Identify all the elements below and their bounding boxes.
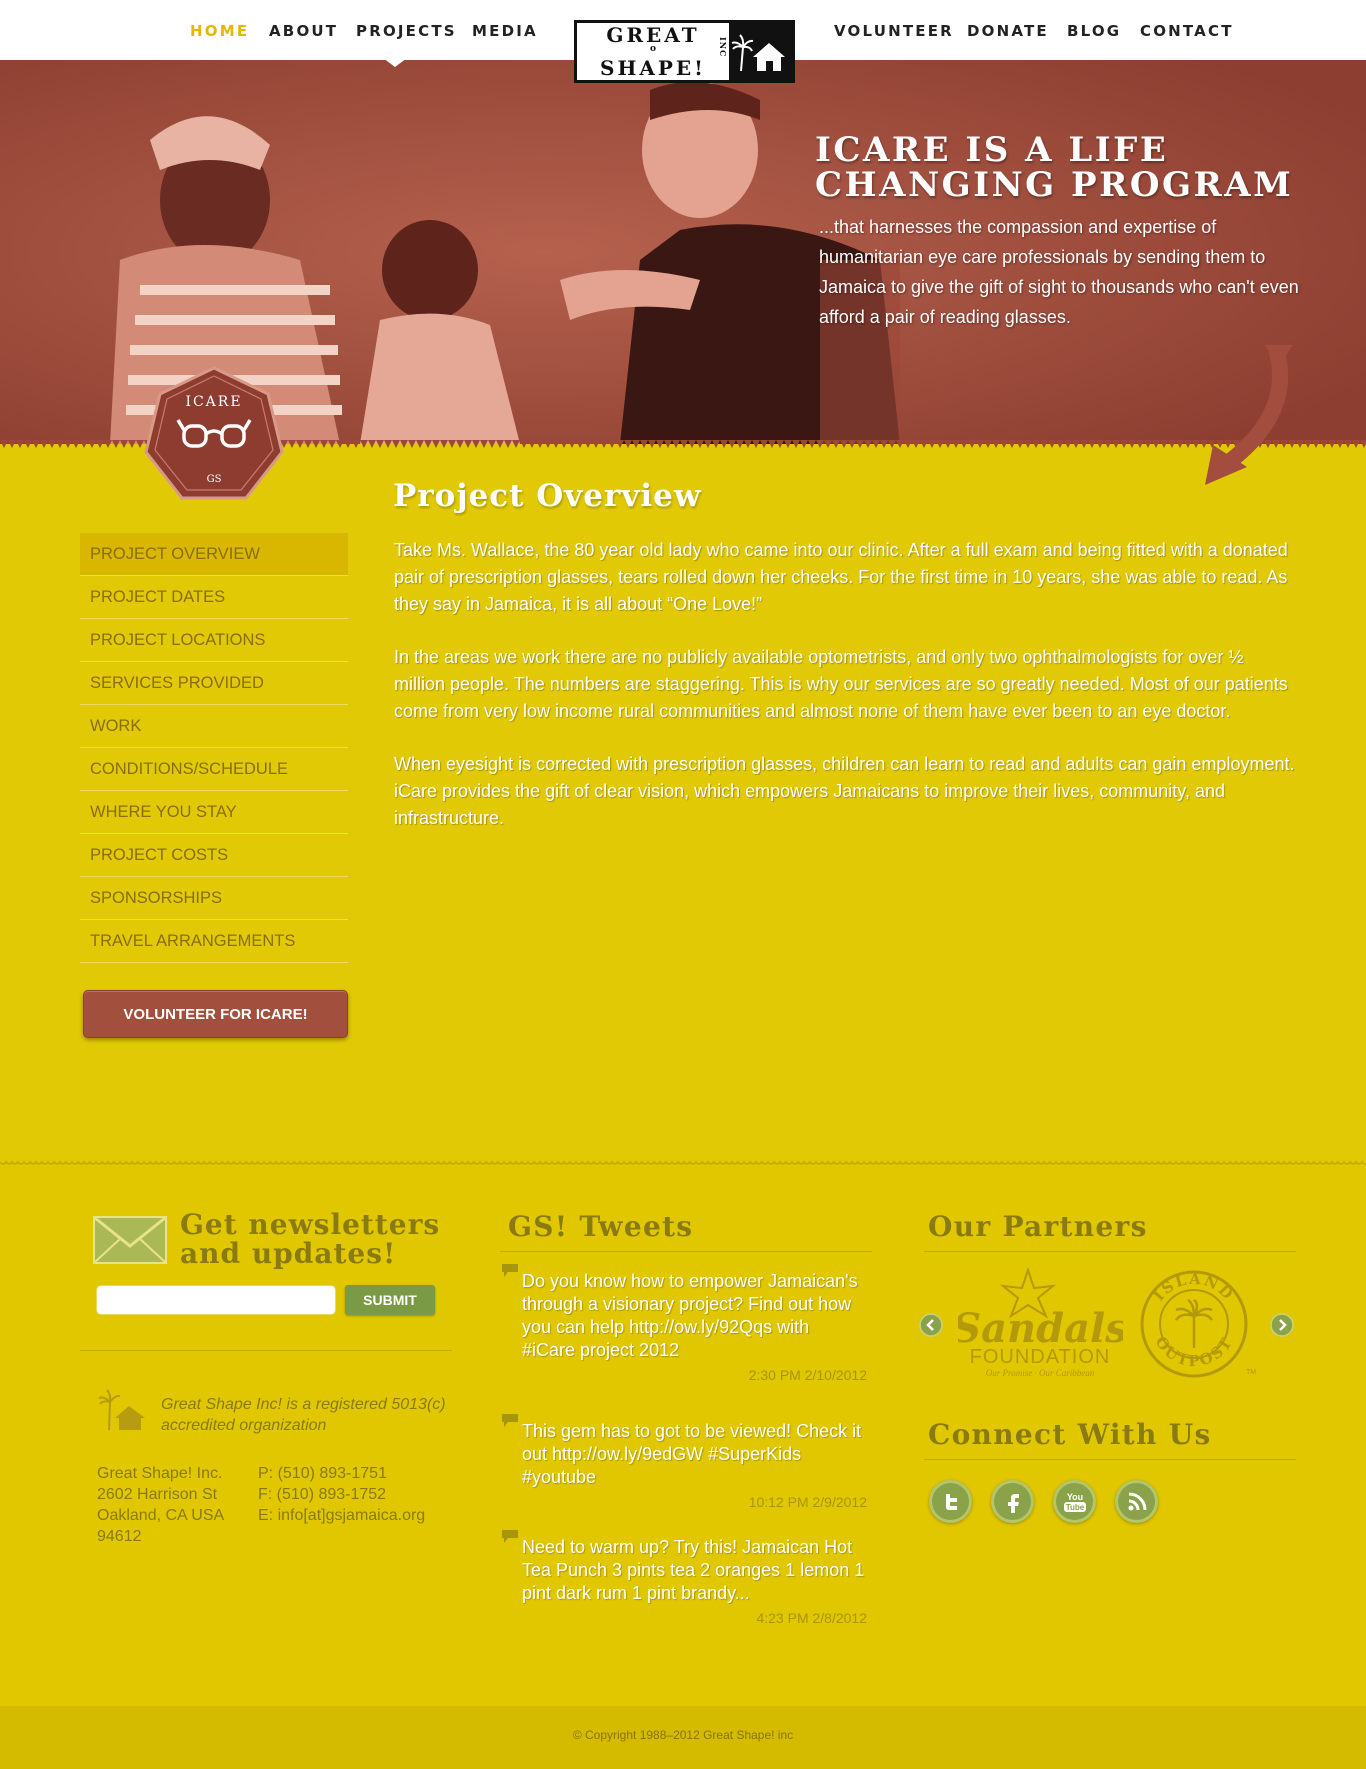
speech-bubble-icon (502, 1264, 518, 1277)
sidebar-item-project-overview[interactable]: PROJECT OVERVIEW (80, 533, 348, 576)
paragraph-3: When eyesight is corrected with prescrip… (394, 754, 1295, 828)
sidebar-item-project-dates[interactable]: PROJECT DATES (80, 576, 348, 619)
email[interactable]: E: info[at]gsjamaica.org (258, 1505, 425, 1526)
facebook-icon (1007, 1493, 1019, 1513)
logo-inc: INC (718, 37, 728, 58)
twitter-icon (945, 1493, 957, 1510)
paragraph-2: In the areas we work there are no public… (394, 647, 1288, 721)
tweet-text[interactable]: Need to warm up? Try this! Jamaican Hot … (522, 1536, 867, 1605)
nav-donate[interactable]: DONATE (967, 22, 1049, 40)
logo-separator: o (649, 44, 656, 54)
house-palm-icon (729, 23, 792, 80)
rss-button[interactable] (1115, 1480, 1158, 1523)
tweet-time: 4:23 PM 2/8/2012 (756, 1610, 867, 1626)
nav-about[interactable]: ABOUT (269, 22, 338, 40)
badge-gs-mark: GS (207, 474, 222, 485)
sandals-tagline: Our Promise · Our Caribbean (986, 1368, 1095, 1378)
footer-scallop-edge (0, 1160, 1366, 1165)
hero-title: ICARE IS A LIFE CHANGING PROGRAM (815, 130, 1294, 205)
sidebar-item-where-you-stay[interactable]: WHERE YOU STAY (80, 791, 348, 834)
partners-title: Our Partners (928, 1210, 1148, 1243)
contact-block: P: (510) 893-1751 F: (510) 893-1752 E: i… (258, 1463, 425, 1526)
rss-icon (1128, 1492, 1146, 1510)
copyright: © Copyright 1988–2012 Great Shape! inc (0, 1706, 1366, 1769)
envelope-icon (93, 1216, 167, 1264)
badge-label: ICARE (185, 394, 243, 410)
logo-line-2: SHAPE! (600, 56, 706, 80)
facebook-button[interactable] (991, 1480, 1034, 1523)
tweet-time: 2:30 PM 2/10/2012 (748, 1367, 867, 1383)
youtube-button[interactable]: You Tube (1053, 1480, 1096, 1523)
speech-bubble-icon (502, 1414, 518, 1427)
nav-home[interactable]: HOME (190, 22, 249, 40)
registration-note: Great Shape Inc! is a registered 5013(c)… (161, 1396, 446, 1434)
nav-projects[interactable]: PROJECTS (356, 22, 457, 40)
tweet-text[interactable]: This gem has to got to be viewed! Check … (522, 1420, 867, 1489)
tweet-text[interactable]: Do you know how to empower Jamaican's th… (522, 1270, 867, 1362)
nav-active-pointer (383, 58, 407, 67)
svg-text:Tube: Tube (1065, 1503, 1084, 1512)
address-line: 2602 Harrison St (97, 1486, 218, 1503)
address-line: Oakland, CA USA (97, 1507, 225, 1524)
logo-wordmark: GREAT o SHAPE! INC (577, 23, 729, 80)
chevron-right-icon (1270, 1313, 1294, 1337)
twitter-button[interactable] (929, 1480, 972, 1523)
tweets-title: GS! Tweets (508, 1210, 694, 1243)
sandals-name: Sandals (958, 1305, 1123, 1352)
island-outpost-logo[interactable]: ISLAND OUTPOST TM (1138, 1268, 1258, 1385)
island-top: ISLAND (1150, 1270, 1236, 1305)
divider (924, 1251, 1296, 1252)
curved-arrow-icon (1205, 345, 1293, 485)
nav-media[interactable]: MEDIA (472, 22, 538, 40)
paragraph-1: Take Ms. Wallace, the 80 year old lady w… (394, 540, 1288, 614)
sidebar-item-project-locations[interactable]: PROJECT LOCATIONS (80, 619, 348, 662)
carousel-next-button[interactable] (1270, 1313, 1294, 1342)
svg-text:You: You (1066, 1492, 1082, 1502)
tweet: Need to warm up? Try this! Jamaican Hot … (522, 1536, 867, 1626)
tweet: Do you know how to empower Jamaican's th… (522, 1270, 867, 1383)
site-logo[interactable]: GREAT o SHAPE! INC (574, 20, 795, 83)
newsletter-title: Get newsletters and updates! (180, 1208, 441, 1270)
sidebar-item-services-provided[interactable]: SERVICES PROVIDED (80, 662, 348, 705)
hero-subtitle: ...that harnesses the compassion and exp… (819, 217, 1299, 327)
project-overview-text: Take Ms. Wallace, the 80 year old lady w… (394, 537, 1299, 858)
sidebar-item-work[interactable]: WORK (80, 705, 348, 748)
phone: P: (510) 893-1751 (258, 1465, 387, 1482)
sidebar-item-conditions-schedule[interactable]: CONDITIONS/SCHEDULE (80, 748, 348, 791)
sidebar-item-travel-arrangements[interactable]: TRAVEL ARRANGEMENTS (80, 920, 348, 963)
address-line: 94612 (97, 1528, 142, 1545)
divider (924, 1459, 1296, 1460)
divider (500, 1251, 872, 1252)
sandals-line2: FOUNDATION (970, 1346, 1111, 1368)
island-tm: TM (1246, 1369, 1256, 1376)
nav-contact[interactable]: CONTACT (1140, 22, 1234, 40)
house-palm-icon (98, 1389, 145, 1431)
fax: F: (510) 893-1752 (258, 1486, 387, 1503)
address-block: Great Shape! Inc. 2602 Harrison St Oakla… (97, 1463, 224, 1547)
address-line: Great Shape! Inc. (97, 1465, 223, 1482)
svg-text:ISLAND: ISLAND (1150, 1270, 1238, 1305)
speech-bubble-icon (502, 1530, 518, 1543)
divider (80, 1350, 452, 1351)
sidebar-item-sponsorships[interactable]: SPONSORSHIPS (80, 877, 348, 920)
carousel-prev-button[interactable] (919, 1313, 943, 1342)
sidebar-item-project-costs[interactable]: PROJECT COSTS (80, 834, 348, 877)
newsletter-email-input[interactable] (96, 1285, 336, 1315)
sandals-foundation-logo[interactable]: Sandals FOUNDATION Our Promise · Our Car… (952, 1266, 1128, 1385)
icare-heptagon: GS (144, 366, 284, 500)
nav-volunteer[interactable]: VOLUNTEER (834, 22, 954, 40)
icare-badge: GS ICARE (142, 364, 286, 513)
nav-blog[interactable]: BLOG (1067, 22, 1121, 40)
newsletter-submit-button[interactable]: SUBMIT (345, 1285, 435, 1315)
tweet: This gem has to got to be viewed! Check … (522, 1420, 867, 1510)
connect-title: Connect With Us (928, 1418, 1212, 1451)
logo-line-1: GREAT (606, 23, 700, 47)
project-sidebar: PROJECT OVERVIEW PROJECT DATES PROJECT LOC… (80, 533, 348, 963)
palm-tree-icon (1175, 1298, 1213, 1348)
youtube-icon: You Tube (1063, 1492, 1086, 1512)
page-title: Project Overview (393, 478, 702, 514)
tweet-time: 10:12 PM 2/9/2012 (748, 1494, 867, 1510)
volunteer-for-icare-button[interactable]: VOLUNTEER FOR ICARE! (83, 990, 348, 1038)
chevron-left-icon (919, 1313, 943, 1337)
